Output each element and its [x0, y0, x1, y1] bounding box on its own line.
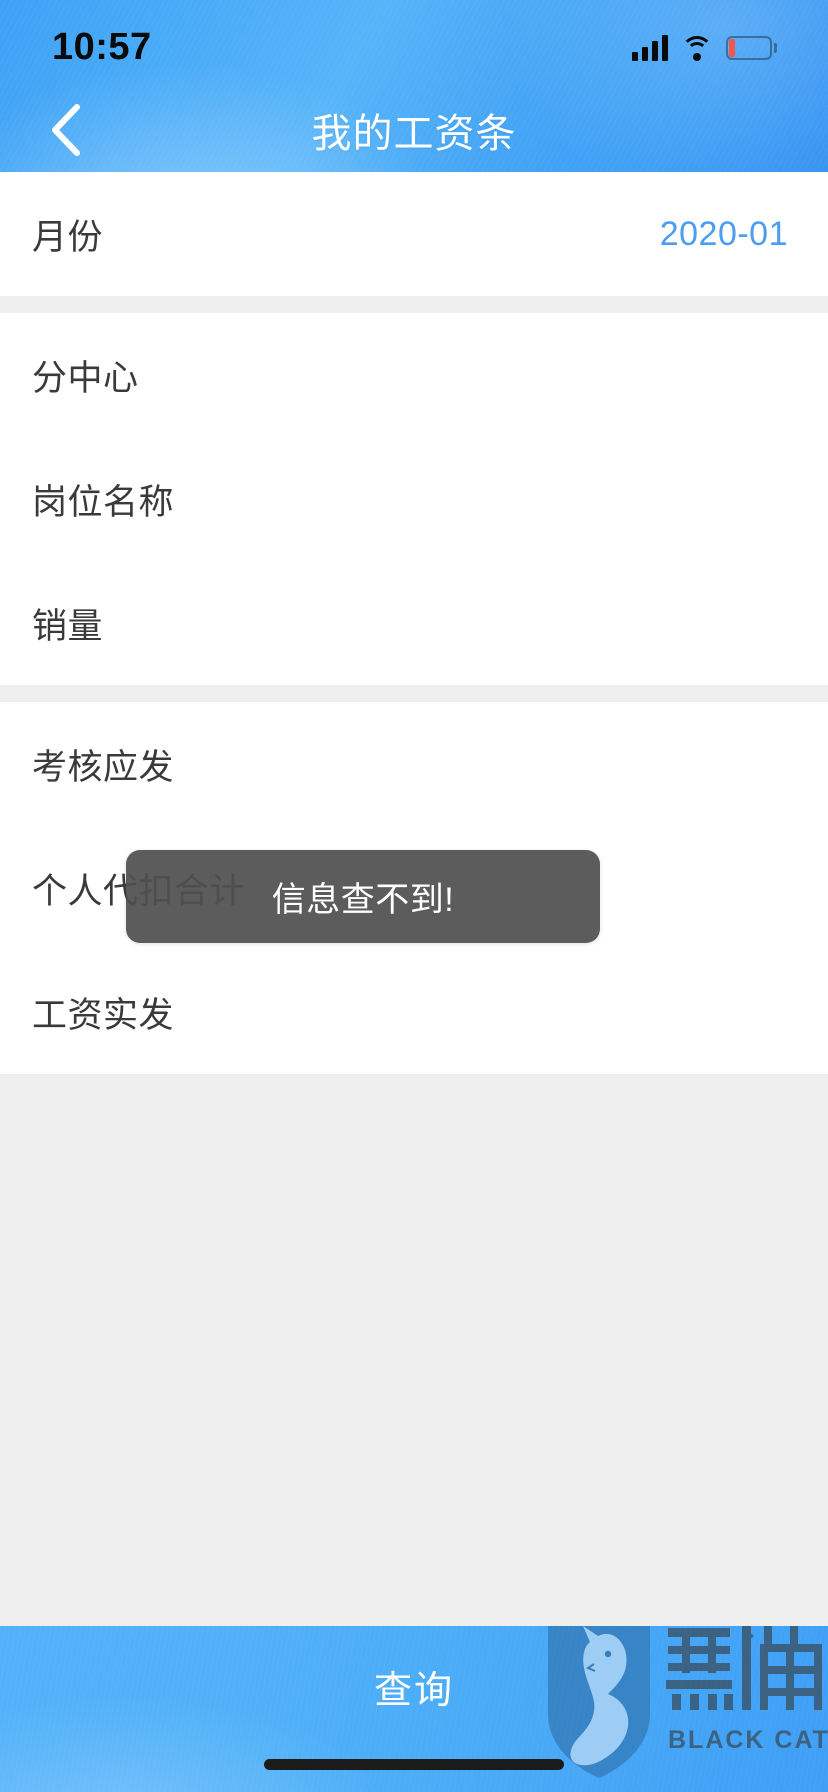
form-row-position-name[interactable]: 岗位名称	[0, 437, 828, 561]
form-row-net-salary[interactable]: 工资实发	[0, 950, 828, 1074]
row-value-month: 2020-01	[659, 214, 788, 253]
app-root: 10:57 我的工资条 月份 2020-01 分中心 岗位名称 销量 考核应发 …	[0, 0, 828, 1792]
page-header: 10:57 我的工资条	[0, 0, 828, 172]
toast-message: 信息查不到!	[126, 850, 600, 943]
form-section-month: 月份 2020-01	[0, 172, 828, 296]
wifi-icon	[681, 35, 713, 61]
form-section-info: 分中心 岗位名称 销量	[0, 313, 828, 685]
page-title: 我的工资条	[311, 112, 517, 156]
cellular-signal-icon	[632, 35, 668, 61]
home-indicator	[264, 1759, 564, 1770]
row-label: 岗位名称	[32, 482, 175, 522]
form-row-month[interactable]: 月份 2020-01	[0, 172, 828, 296]
section-divider	[0, 685, 828, 702]
status-bar-clock: 10:57	[52, 25, 152, 68]
row-label: 销量	[32, 606, 104, 646]
row-label: 月份	[32, 217, 104, 257]
navigation-bar: 我的工资条	[0, 88, 828, 172]
query-button[interactable]: 查询	[0, 1626, 828, 1746]
row-label: 考核应发	[32, 747, 175, 787]
section-divider	[0, 296, 828, 313]
status-bar-icons	[632, 27, 777, 61]
form-row-branch-center[interactable]: 分中心	[0, 313, 828, 437]
form-row-sales-volume[interactable]: 销量	[0, 561, 828, 685]
status-bar: 10:57	[0, 0, 828, 88]
row-label: 分中心	[32, 358, 139, 398]
row-label: 工资实发	[32, 995, 175, 1035]
form-row-assessed-gross[interactable]: 考核应发	[0, 702, 828, 826]
toast-text: 信息查不到!	[271, 881, 455, 919]
battery-low-icon	[726, 36, 777, 60]
bottom-action-bar: 查询 BLACK CAT	[0, 1626, 828, 1792]
